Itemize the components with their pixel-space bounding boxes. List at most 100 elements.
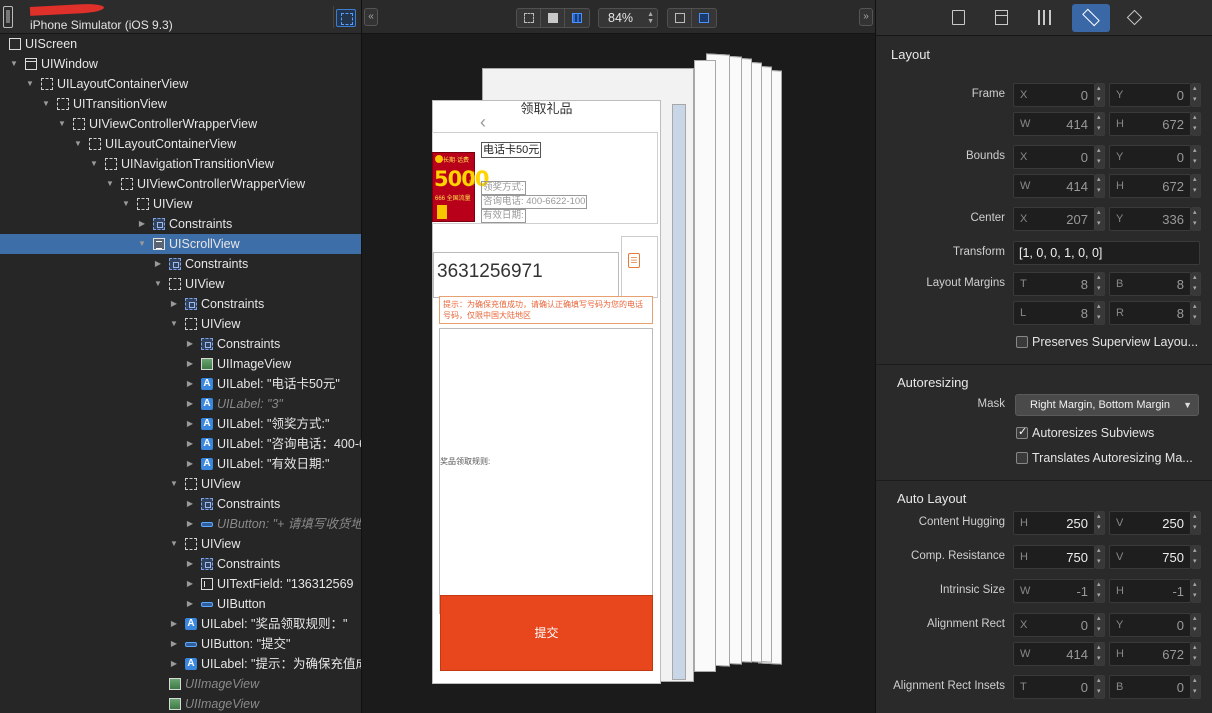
tree-row[interactable]: ▶ UILabel: "奖品领取规则：" [0, 614, 361, 634]
tree-row[interactable]: ▼ UILayoutContainerView [0, 134, 361, 154]
tab-size-inspector[interactable] [1072, 4, 1110, 32]
tree-row[interactable]: ▶ Constraints [0, 254, 361, 274]
disclosure-open-icon[interactable]: ▼ [105, 174, 115, 194]
disclosure-open-icon[interactable]: ▼ [57, 114, 67, 134]
disclosure-closed-icon[interactable]: ▶ [185, 334, 195, 354]
prize-image[interactable]: 长期·话费 5000 分钟 666 全国流量 [432, 152, 489, 222]
preserves-superview-checkbox[interactable] [1016, 336, 1028, 348]
tree-row[interactable]: ▼ UILayoutContainerView [0, 74, 361, 94]
disclosure-closed-icon[interactable]: ▶ [169, 634, 179, 654]
zoom-field[interactable]: 84% ▲ ▼ [598, 8, 658, 28]
submit-button[interactable]: 提交 [440, 595, 653, 671]
hugging-h-field[interactable]: H 250 [1013, 511, 1095, 535]
tree-row[interactable]: ▶ Constraints [0, 554, 361, 574]
hugging-v-field[interactable]: V 250 [1109, 511, 1191, 535]
resistance-h-stepper-icon[interactable] [1095, 545, 1105, 569]
wireframe-contents-mode-button[interactable] [565, 9, 589, 27]
disclosure-closed-icon[interactable]: ▶ [185, 574, 195, 594]
disclosure-closed-icon[interactable]: ▶ [185, 354, 195, 374]
disclosure-open-icon[interactable]: ▼ [25, 74, 35, 94]
tree-row[interactable]: ▼ UIViewControllerWrapperView [0, 174, 361, 194]
disclosure-open-icon[interactable]: ▼ [121, 194, 131, 214]
disclosure-open-icon[interactable]: ▼ [169, 314, 179, 334]
tab-attributes-inspector[interactable] [1026, 4, 1064, 32]
disclosure-open-icon[interactable]: ▼ [9, 54, 19, 74]
tree-row[interactable]: ▼ UIScrollView [0, 234, 361, 254]
translates-autoresizing-checkbox[interactable] [1016, 452, 1028, 464]
hint-label[interactable]: 提示：为确保充值成功，请确认正确填写号码为您的电话号码，仅限中国大陆地区 [439, 296, 653, 324]
collapse-right-chevron-icon[interactable]: » [859, 8, 873, 26]
tab-identity-inspector[interactable] [983, 4, 1021, 32]
tree-row[interactable]: UIScreen [0, 34, 361, 54]
prize-name-label[interactable]: 电话卡50元 [481, 142, 542, 158]
disclosure-open-icon[interactable]: ▼ [169, 474, 179, 494]
disclosure-closed-icon[interactable]: ▶ [169, 294, 179, 314]
tree-row[interactable]: ▶ Constraints [0, 494, 361, 514]
resistance-h-field[interactable]: H 750 [1013, 545, 1095, 569]
disclosure-closed-icon[interactable]: ▶ [185, 594, 195, 614]
disclosure-closed-icon[interactable]: ▶ [185, 414, 195, 434]
tree-row[interactable]: ▶ Constraints [0, 214, 361, 234]
disclosure-open-icon[interactable]: ▼ [41, 94, 51, 114]
tree-row[interactable]: ▼ UIView [0, 194, 361, 214]
tree-row[interactable]: ▶ UILabel: "有效日期:" [0, 454, 361, 474]
disclosure-open-icon[interactable]: ▼ [89, 154, 99, 174]
disclosure-closed-icon[interactable]: ▶ [185, 494, 195, 514]
tree-row[interactable]: ▼ UIView [0, 314, 361, 334]
tree-row[interactable]: ▶ UILabel: "电话卡50元" [0, 374, 361, 394]
tree-row[interactable]: ▶ Constraints [0, 334, 361, 354]
2d-view-button[interactable] [668, 9, 692, 27]
hugging-h-stepper-icon[interactable] [1095, 511, 1105, 535]
disclosure-closed-icon[interactable]: ▶ [169, 614, 179, 634]
tree-row[interactable]: ▶ UILabel: "3" [0, 394, 361, 414]
scrollview-edge-layer[interactable] [672, 104, 686, 680]
disclosure-open-icon[interactable]: ▼ [73, 134, 83, 154]
show-frames-button[interactable] [336, 9, 356, 27]
zoom-stepper-icon[interactable]: ▲ ▼ [647, 11, 654, 25]
tree-row[interactable]: ▶ UIButton: "提交" [0, 634, 361, 654]
tree-row[interactable]: ▶ UIButton [0, 594, 361, 614]
tree-row[interactable]: ▼ UIView [0, 474, 361, 494]
disclosure-closed-icon[interactable]: ▶ [185, 394, 195, 414]
disclosure-closed-icon[interactable]: ▶ [185, 434, 195, 454]
collapse-left-chevron-icon[interactable]: « [364, 8, 378, 26]
stack-layer[interactable] [694, 60, 716, 672]
resistance-v-field[interactable]: V 750 [1109, 545, 1191, 569]
rules-container[interactable] [439, 328, 653, 614]
tree-row[interactable]: ▶ UILabel: "领奖方式:" [0, 414, 361, 434]
rules-label[interactable]: 奖品领取规则: [440, 456, 490, 467]
tree-row[interactable]: ▼ UINavigationTransitionView [0, 154, 361, 174]
disclosure-closed-icon[interactable]: ▶ [185, 554, 195, 574]
tree-row[interactable]: ▼ UIWindow [0, 54, 361, 74]
3d-view-button[interactable] [692, 9, 716, 27]
disclosure-closed-icon[interactable]: ▶ [169, 654, 179, 674]
autoresizes-subviews-checkbox[interactable] [1016, 425, 1028, 439]
disclosure-closed-icon[interactable]: ▶ [185, 454, 195, 474]
tree-row[interactable]: ▼ UIView [0, 274, 361, 294]
wireframe-mode-button[interactable] [517, 9, 541, 27]
tree-row[interactable]: ▶ UITextField: "136312569 [0, 574, 361, 594]
tree-row[interactable]: ▶ UILabel: "提示：为确保充值成 [0, 654, 361, 674]
tree-row[interactable]: ▶ UIImageView [0, 354, 361, 374]
tree-row[interactable]: ▼ UITransitionView [0, 94, 361, 114]
tree-row[interactable]: ▶ Constraints [0, 294, 361, 314]
mask-dropdown[interactable]: Right Margin, Bottom Margin ▼ [1015, 394, 1199, 416]
disclosure-open-icon[interactable]: ▼ [153, 274, 163, 294]
tree-row[interactable]: UIImageView [0, 674, 361, 694]
disclosure-open-icon[interactable]: ▼ [137, 234, 147, 254]
disclosure-closed-icon[interactable]: ▶ [137, 214, 147, 234]
disclosure-open-icon[interactable]: ▼ [169, 534, 179, 554]
tree-row[interactable]: ▶ UILabel: "咨询电话：400-6 [0, 434, 361, 454]
hugging-v-stepper-icon[interactable] [1191, 511, 1201, 535]
disclosure-closed-icon[interactable]: ▶ [153, 254, 163, 274]
disclosure-closed-icon[interactable]: ▶ [185, 514, 195, 534]
tree-row[interactable]: ▼ UIViewControllerWrapperView [0, 114, 361, 134]
prize-hotline-label[interactable]: 咨询电话: 400-6622-100 [481, 195, 588, 209]
prize-method-label[interactable]: 领奖方式: [481, 181, 526, 195]
resistance-v-stepper-icon[interactable] [1191, 545, 1201, 569]
tab-file-inspector[interactable] [940, 4, 978, 32]
tree-row[interactable]: UIImageView [0, 694, 361, 713]
contents-mode-button[interactable] [541, 9, 565, 27]
prize-expiry-label[interactable]: 有效日期: [481, 209, 526, 223]
back-chevron-icon[interactable]: ‹ [480, 112, 486, 133]
